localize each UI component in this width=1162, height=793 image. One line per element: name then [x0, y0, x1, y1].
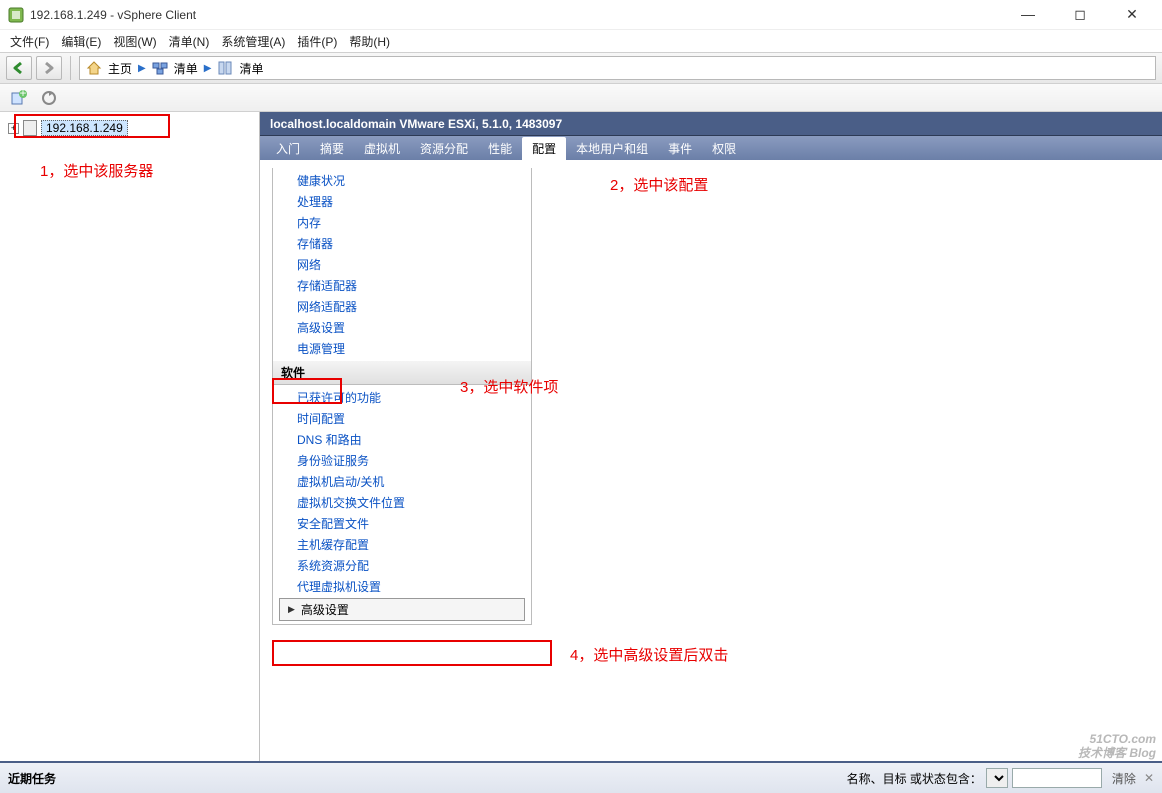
app-icon	[8, 7, 24, 23]
breadcrumb-home[interactable]: 主页	[108, 60, 132, 77]
tab-summary[interactable]: 摘要	[310, 137, 354, 160]
hw-network-adapters[interactable]: 网络适配器	[273, 296, 531, 317]
menu-help[interactable]: 帮助(H)	[349, 33, 390, 50]
hw-networking[interactable]: 网络	[273, 254, 531, 275]
tab-resource-allocation[interactable]: 资源分配	[410, 137, 478, 160]
tab-events[interactable]: 事件	[658, 137, 702, 160]
content-header: localhost.localdomain VMware ESXi, 5.1.0…	[260, 112, 1162, 136]
sw-agent-vm[interactable]: 代理虚拟机设置	[273, 576, 531, 597]
recent-tasks-label: 近期任务	[8, 770, 56, 787]
sw-host-cache[interactable]: 主机缓存配置	[273, 534, 531, 555]
sw-vm-swap[interactable]: 虚拟机交换文件位置	[273, 492, 531, 513]
new-vm-button[interactable]: +	[8, 88, 30, 108]
breadcrumb-arrow-icon: ▶	[138, 63, 146, 74]
inventory-icon	[152, 60, 168, 76]
hw-power-mgmt[interactable]: 电源管理	[273, 338, 531, 359]
tab-performance[interactable]: 性能	[478, 137, 522, 160]
sw-advanced-label: 高级设置	[301, 601, 349, 618]
svg-text:+: +	[19, 90, 26, 100]
forward-button[interactable]	[36, 56, 62, 80]
window-title: 192.168.1.249 - vSphere Client	[30, 8, 1014, 22]
annotation-box-4	[272, 640, 552, 666]
toolbar-actions: +	[0, 84, 1162, 112]
sw-auth[interactable]: 身份验证服务	[273, 450, 531, 471]
annotation-1: 1，选中该服务器	[40, 160, 153, 181]
menu-edit[interactable]: 编辑(E)	[61, 33, 101, 50]
minimize-button[interactable]: —	[1014, 6, 1042, 23]
breadcrumb: 主页 ▶ 清单 ▶ 清单	[79, 56, 1156, 80]
hw-storage[interactable]: 存储器	[273, 233, 531, 254]
tab-permissions[interactable]: 权限	[702, 137, 746, 160]
inventory-tree: + 192.168.1.249 1，选中该服务器	[0, 112, 260, 761]
main-area: + 192.168.1.249 1，选中该服务器 localhost.local…	[0, 112, 1162, 761]
maximize-button[interactable]: ◻	[1066, 6, 1094, 23]
menu-admin[interactable]: 系统管理(A)	[221, 33, 285, 50]
annotation-box-1	[14, 114, 170, 138]
statusbar: 近期任务 名称、目标 或状态包含： 清除 ✕	[0, 761, 1162, 793]
task-filter: 名称、目标 或状态包含： 清除 ✕	[847, 768, 1154, 788]
sw-dns-routing[interactable]: DNS 和路由	[273, 429, 531, 450]
refresh-button[interactable]	[38, 88, 60, 108]
window-titlebar: 192.168.1.249 - vSphere Client — ◻ ✕	[0, 0, 1162, 30]
config-body: 健康状况 处理器 内存 存储器 网络 存储适配器 网络适配器 高级设置 电源管理…	[260, 160, 1162, 761]
hw-memory[interactable]: 内存	[273, 212, 531, 233]
back-button[interactable]	[6, 56, 32, 80]
software-items: 已获许可的功能 时间配置 DNS 和路由 身份验证服务 虚拟机启动/关机 虚拟机…	[273, 385, 531, 624]
sw-sys-resource[interactable]: 系统资源分配	[273, 555, 531, 576]
menu-file[interactable]: 文件(F)	[10, 33, 49, 50]
filter-label: 名称、目标 或状态包含：	[847, 770, 982, 787]
breadcrumb-inventory-2[interactable]: 清单	[239, 60, 263, 77]
tab-users-groups[interactable]: 本地用户和组	[566, 137, 658, 160]
menu-plugins[interactable]: 插件(P)	[297, 33, 337, 50]
breadcrumb-arrow-icon: ▶	[204, 63, 212, 74]
close-x-icon[interactable]: ✕	[1144, 771, 1154, 785]
tab-getting-started[interactable]: 入门	[266, 137, 310, 160]
toolbar-nav: 主页 ▶ 清单 ▶ 清单	[0, 52, 1162, 84]
tabstrip: 入门 摘要 虚拟机 资源分配 性能 配置 本地用户和组 事件 权限	[260, 136, 1162, 160]
host-title: localhost.localdomain VMware ESXi, 5.1.0…	[270, 117, 562, 131]
filter-input[interactable]	[1012, 768, 1102, 788]
triangle-right-icon: ▶	[288, 604, 295, 615]
breadcrumb-inventory-1[interactable]: 清单	[174, 60, 198, 77]
annotation-2: 2，选中该配置	[610, 174, 708, 195]
annotation-3: 3，选中软件项	[460, 376, 558, 397]
hw-advanced[interactable]: 高级设置	[273, 317, 531, 338]
content-pane: localhost.localdomain VMware ESXi, 5.1.0…	[260, 112, 1162, 761]
sw-vm-startup[interactable]: 虚拟机启动/关机	[273, 471, 531, 492]
annotation-4: 4，选中高级设置后双击	[570, 644, 728, 665]
menubar: 文件(F) 编辑(E) 视图(W) 清单(N) 系统管理(A) 插件(P) 帮助…	[0, 30, 1162, 52]
hardware-items: 健康状况 处理器 内存 存储器 网络 存储适配器 网络适配器 高级设置 电源管理	[273, 168, 531, 361]
hw-health[interactable]: 健康状况	[273, 170, 531, 191]
filter-dropdown[interactable]	[986, 768, 1008, 788]
hw-storage-adapters[interactable]: 存储适配器	[273, 275, 531, 296]
hw-processors[interactable]: 处理器	[273, 191, 531, 212]
menu-inventory[interactable]: 清单(N)	[169, 33, 210, 50]
sw-advanced-selected[interactable]: ▶ 高级设置	[279, 598, 525, 621]
inventory-icon	[217, 60, 233, 76]
sw-time[interactable]: 时间配置	[273, 408, 531, 429]
sw-security-profile[interactable]: 安全配置文件	[273, 513, 531, 534]
separator	[70, 56, 71, 80]
close-button[interactable]: ✕	[1118, 6, 1146, 23]
annotation-box-3	[272, 378, 342, 404]
home-icon[interactable]	[86, 60, 102, 76]
tab-configuration[interactable]: 配置	[522, 137, 566, 160]
tab-vms[interactable]: 虚拟机	[354, 137, 410, 160]
filter-clear[interactable]: 清除	[1112, 770, 1136, 787]
menu-view[interactable]: 视图(W)	[113, 33, 156, 50]
